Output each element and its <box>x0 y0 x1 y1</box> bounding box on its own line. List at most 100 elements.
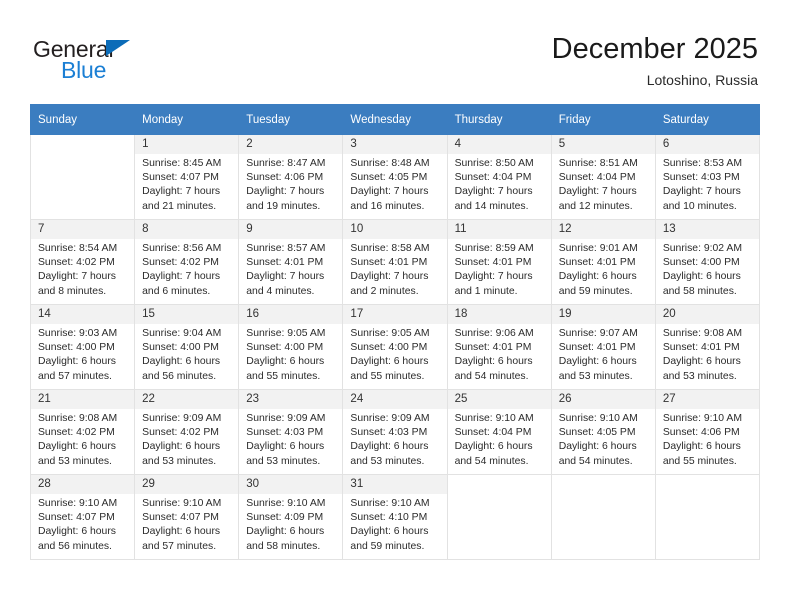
calendar-day-cell[interactable]: 15 Sunrise: 9:04 AM Sunset: 4:00 PM Dayligh… <box>134 304 240 390</box>
calendar-day-cell[interactable]: 12 Sunrise: 9:01 AM Sunset: 4:01 PM Dayligh… <box>550 219 656 305</box>
sunrise-text: Sunrise: 9:03 AM <box>38 328 118 339</box>
sunrise-text: Sunrise: 9:10 AM <box>662 413 742 424</box>
day-number: 7 <box>31 220 135 239</box>
day-number: 12 <box>551 220 655 239</box>
day-number: 2 <box>239 135 343 154</box>
daylight-text: Daylight: 6 hours and 59 minutes. <box>558 271 637 297</box>
general-blue-logo[interactable]: General Blue <box>33 36 233 88</box>
daylight-text: Daylight: 6 hours and 53 minutes. <box>558 356 637 382</box>
day-info: Sunrise: 9:05 AM Sunset: 4:00 PM Daylight:… <box>343 324 446 384</box>
day-info: Sunrise: 9:03 AM Sunset: 4:00 PM Daylight:… <box>31 324 134 384</box>
calendar-day-cell[interactable]: 21 Sunrise: 9:08 AM Sunset: 4:02 PM Dayligh… <box>29 389 136 475</box>
day-info: Sunrise: 9:09 AM Sunset: 4:02 PM Daylight:… <box>135 409 238 469</box>
sunrise-text: Sunrise: 9:02 AM <box>662 243 742 254</box>
sunset-text: Sunset: 4:01 PM <box>350 257 428 269</box>
sunrise-text: Sunrise: 9:07 AM <box>558 328 638 339</box>
day-info: Sunrise: 9:04 AM Sunset: 4:00 PM Daylight:… <box>135 324 238 384</box>
calendar-day-cell[interactable]: 9 Sunrise: 8:57 AM Sunset: 4:01 PM Daylight… <box>238 219 344 305</box>
daylight-text: Daylight: 6 hours and 55 minutes. <box>350 356 429 382</box>
calendar-day-cell[interactable]: 10 Sunrise: 8:58 AM Sunset: 4:01 PM Dayligh… <box>342 219 448 305</box>
calendar-day-cell[interactable]: 16 Sunrise: 9:05 AM Sunset: 4:00 PM Dayligh… <box>238 304 344 390</box>
day-info: Sunrise: 8:51 AM Sunset: 4:04 PM Daylight:… <box>552 154 655 214</box>
calendar-day-cell[interactable]: 24 Sunrise: 9:09 AM Sunset: 4:03 PM Dayligh… <box>342 389 448 475</box>
day-info: Sunrise: 9:06 AM Sunset: 4:01 PM Daylight:… <box>448 324 551 384</box>
calendar-day-cell[interactable]: 11 Sunrise: 8:59 AM Sunset: 4:01 PM Dayligh… <box>446 219 552 305</box>
calendar-day-cell[interactable]: 1 Sunrise: 8:45 AM Sunset: 4:07 PM Daylight… <box>134 134 240 220</box>
sunrise-text: Sunrise: 8:58 AM <box>350 243 430 254</box>
day-info: Sunrise: 9:10 AM Sunset: 4:10 PM Daylight:… <box>343 494 446 554</box>
calendar-day-cell[interactable]: 30 Sunrise: 9:10 AM Sunset: 4:09 PM Dayligh… <box>238 474 344 560</box>
sunrise-text: Sunrise: 8:48 AM <box>350 158 430 169</box>
day-number <box>551 475 655 494</box>
day-number: 26 <box>551 390 655 409</box>
sunset-text: Sunset: 4:02 PM <box>38 257 115 269</box>
calendar-day-cell[interactable]: 20 Sunrise: 9:08 AM Sunset: 4:01 PM Dayligh… <box>654 304 761 390</box>
day-info: Sunrise: 8:53 AM Sunset: 4:03 PM Daylight:… <box>656 154 759 214</box>
calendar-cell-empty <box>654 474 761 560</box>
calendar-day-cell[interactable]: 2 Sunrise: 8:47 AM Sunset: 4:06 PM Daylight… <box>238 134 344 220</box>
calendar-day-cell[interactable]: 6 Sunrise: 8:53 AM Sunset: 4:03 PM Daylight… <box>654 134 761 220</box>
calendar-day-cell[interactable]: 14 Sunrise: 9:03 AM Sunset: 4:00 PM Dayligh… <box>29 304 136 390</box>
daylight-text: Daylight: 7 hours and 8 minutes. <box>38 271 116 297</box>
calendar-day-cell[interactable]: 3 Sunrise: 8:48 AM Sunset: 4:05 PM Daylight… <box>342 134 448 220</box>
sunrise-text: Sunrise: 9:10 AM <box>246 498 326 509</box>
sunrise-text: Sunrise: 9:09 AM <box>246 413 326 424</box>
day-info: Sunrise: 9:10 AM Sunset: 4:06 PM Daylight:… <box>656 409 759 469</box>
daylight-text: Daylight: 7 hours and 6 minutes. <box>142 271 221 297</box>
sunset-text: Sunset: 4:00 PM <box>246 342 324 354</box>
day-number: 21 <box>31 390 135 409</box>
calendar-week-row: 21 Sunrise: 9:08 AM Sunset: 4:02 PM Dayligh… <box>29 389 761 475</box>
daylight-text: Daylight: 7 hours and 2 minutes. <box>350 271 429 297</box>
calendar-day-cell[interactable]: 4 Sunrise: 8:50 AM Sunset: 4:04 PM Daylight… <box>446 134 552 220</box>
calendar-head: Sunday Monday Tuesday Wednesday Thursday… <box>29 104 761 135</box>
day-number: 9 <box>239 220 343 239</box>
day-info: Sunrise: 9:09 AM Sunset: 4:03 PM Daylight:… <box>239 409 342 469</box>
calendar-day-cell[interactable]: 27 Sunrise: 9:10 AM Sunset: 4:06 PM Dayligh… <box>654 389 761 475</box>
sunrise-text: Sunrise: 9:10 AM <box>350 498 430 509</box>
calendar-day-cell[interactable]: 13 Sunrise: 9:02 AM Sunset: 4:00 PM Dayligh… <box>654 219 761 305</box>
sunset-text: Sunset: 4:00 PM <box>38 342 115 354</box>
sunrise-text: Sunrise: 8:50 AM <box>454 158 534 169</box>
daylight-text: Daylight: 7 hours and 14 minutes. <box>454 186 533 212</box>
page-subtitle: Lotoshino, Russia <box>646 72 758 88</box>
page-title: December 2025 <box>551 33 758 65</box>
sunset-text: Sunset: 4:03 PM <box>662 172 740 184</box>
daylight-text: Daylight: 6 hours and 57 minutes. <box>38 356 116 382</box>
day-number <box>447 475 551 494</box>
calendar-day-cell[interactable]: 19 Sunrise: 9:07 AM Sunset: 4:01 PM Dayligh… <box>550 304 656 390</box>
calendar-day-cell[interactable]: 31 Sunrise: 9:10 AM Sunset: 4:10 PM Dayligh… <box>342 474 448 560</box>
day-number: 4 <box>447 135 551 154</box>
sunrise-text: Sunrise: 9:10 AM <box>454 413 534 424</box>
sunset-text: Sunset: 4:02 PM <box>38 427 115 439</box>
calendar-day-cell[interactable]: 25 Sunrise: 9:10 AM Sunset: 4:04 PM Dayligh… <box>446 389 552 475</box>
calendar-cell-empty <box>550 474 656 560</box>
day-info: Sunrise: 8:47 AM Sunset: 4:06 PM Daylight:… <box>239 154 342 214</box>
calendar-day-cell[interactable]: 22 Sunrise: 9:09 AM Sunset: 4:02 PM Dayligh… <box>134 389 240 475</box>
day-number: 14 <box>31 305 135 324</box>
calendar-day-cell[interactable]: 17 Sunrise: 9:05 AM Sunset: 4:00 PM Dayligh… <box>342 304 448 390</box>
calendar-day-cell[interactable]: 23 Sunrise: 9:09 AM Sunset: 4:03 PM Dayligh… <box>238 389 344 475</box>
sunset-text: Sunset: 4:10 PM <box>350 512 428 524</box>
sunset-text: Sunset: 4:02 PM <box>142 427 219 439</box>
sunrise-text: Sunrise: 9:04 AM <box>142 328 222 339</box>
calendar-day-cell[interactable]: 26 Sunrise: 9:10 AM Sunset: 4:05 PM Dayligh… <box>550 389 656 475</box>
weekday-header-wednesday: Wednesday <box>342 104 448 135</box>
calendar-day-cell[interactable]: 28 Sunrise: 9:10 AM Sunset: 4:07 PM Dayligh… <box>29 474 136 560</box>
day-number <box>655 475 759 494</box>
day-number <box>31 135 135 154</box>
calendar-day-cell[interactable]: 8 Sunrise: 8:56 AM Sunset: 4:02 PM Daylight… <box>134 219 240 305</box>
calendar-day-cell[interactable]: 5 Sunrise: 8:51 AM Sunset: 4:04 PM Daylight… <box>550 134 656 220</box>
sunrise-text: Sunrise: 9:06 AM <box>454 328 534 339</box>
calendar-table: Sunday Monday Tuesday Wednesday Thursday… <box>29 104 761 560</box>
day-number: 15 <box>135 305 239 324</box>
calendar-day-cell[interactable]: 18 Sunrise: 9:06 AM Sunset: 4:01 PM Dayligh… <box>446 304 552 390</box>
day-info: Sunrise: 9:10 AM Sunset: 4:05 PM Daylight:… <box>552 409 655 469</box>
sunset-text: Sunset: 4:01 PM <box>246 257 324 269</box>
calendar-day-cell[interactable]: 7 Sunrise: 8:54 AM Sunset: 4:02 PM Daylight… <box>29 219 136 305</box>
daylight-text: Daylight: 6 hours and 53 minutes. <box>662 356 741 382</box>
sunset-text: Sunset: 4:00 PM <box>662 257 740 269</box>
calendar-day-cell[interactable]: 29 Sunrise: 9:10 AM Sunset: 4:07 PM Dayligh… <box>134 474 240 560</box>
calendar-week-row: 7 Sunrise: 8:54 AM Sunset: 4:02 PM Daylight… <box>29 219 761 305</box>
sunrise-text: Sunrise: 8:47 AM <box>246 158 326 169</box>
day-info: Sunrise: 8:57 AM Sunset: 4:01 PM Daylight:… <box>239 239 342 299</box>
